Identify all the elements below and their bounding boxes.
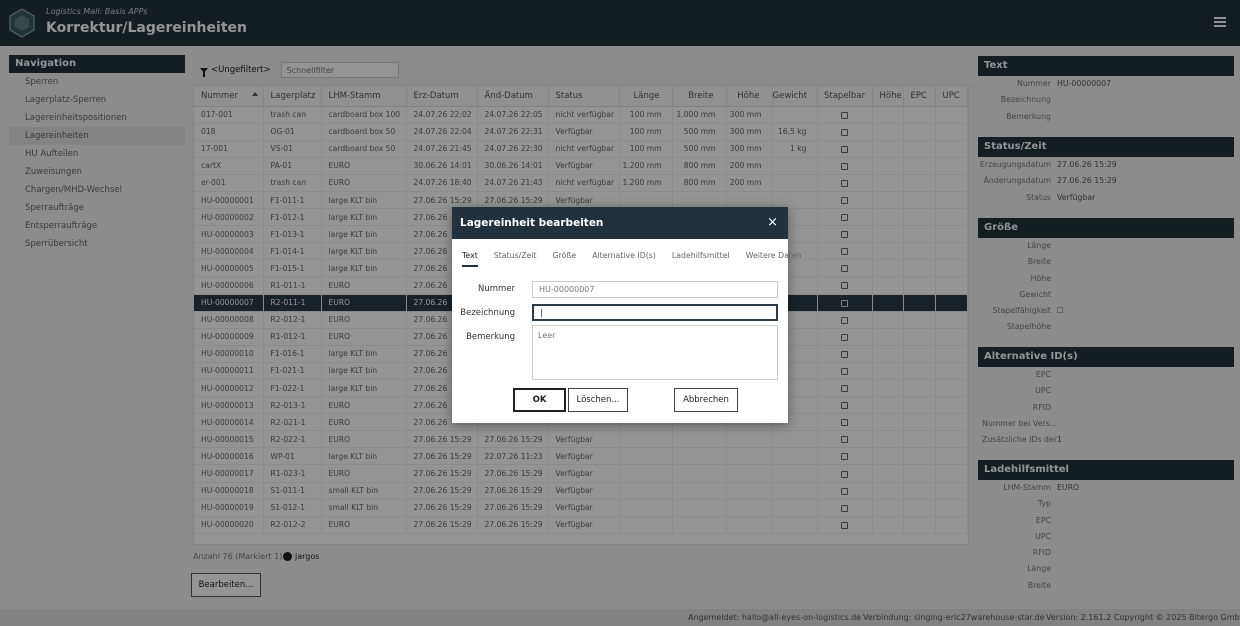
close-icon[interactable]: ×	[767, 207, 778, 239]
nummer-field[interactable]	[532, 281, 778, 298]
app-root: Logistics Mall: Basis APPs Korrektur/Lag…	[0, 0, 1240, 626]
bezeichnung-label: Bezeichnung	[460, 308, 515, 318]
ok-button[interactable]: OK	[513, 388, 566, 412]
dialog-tab[interactable]: Weitere Daten	[746, 251, 802, 267]
dialog-tab[interactable]: Alternative ID(s)	[592, 251, 656, 267]
delete-button[interactable]: Löschen...	[568, 388, 628, 412]
dialog-tab[interactable]: Größe	[553, 251, 577, 267]
dialog-tab[interactable]: Text	[462, 251, 478, 267]
bemerkung-field[interactable]	[532, 325, 778, 380]
dialog-tab[interactable]: Ladehilfsmittel	[672, 251, 730, 267]
dialog-title: Lagereinheit bearbeiten	[460, 217, 604, 229]
edit-unit-dialog: Lagereinheit bearbeiten × Text Status/Zei…	[452, 207, 802, 423]
cancel-button[interactable]: Abbrechen	[674, 388, 738, 412]
nummer-label: Nummer	[477, 284, 515, 294]
dialog-tabs: Text Status/Zeit Größe Alternative ID(s) Lad…	[462, 251, 818, 267]
bezeichnung-field[interactable]	[532, 304, 778, 321]
bemerkung-label: Bemerkung	[466, 332, 515, 342]
dialog-tab[interactable]: Status/Zeit	[494, 251, 537, 267]
dialog-header: Lagereinheit bearbeiten ×	[452, 207, 788, 239]
